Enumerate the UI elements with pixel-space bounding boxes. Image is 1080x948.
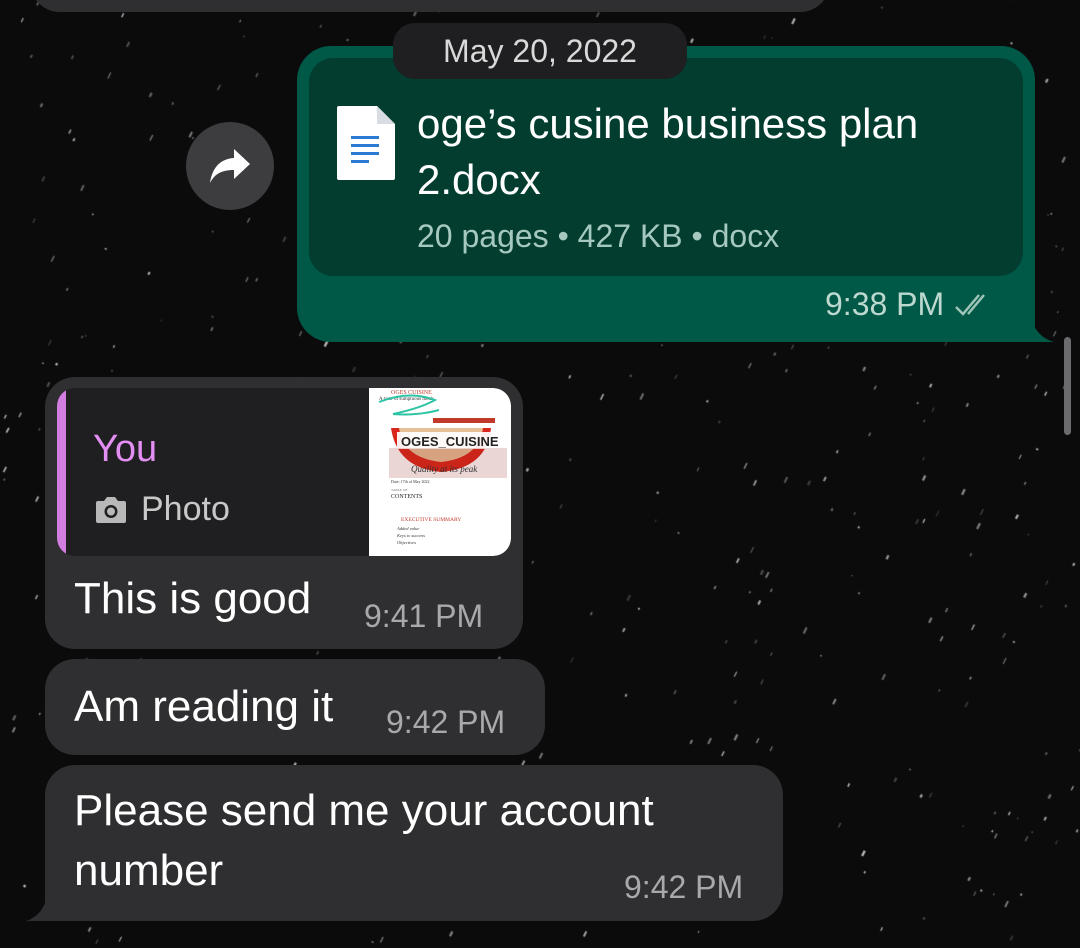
message-text-line-1: Please send me your account	[74, 786, 654, 835]
message-timestamp: 9:42 PM	[386, 704, 506, 740]
thumb-contents-heading: CONTENTS	[391, 494, 422, 500]
message-text: This is good	[74, 574, 312, 623]
document-file-icon	[337, 106, 395, 180]
incoming-message[interactable]: Am reading it 9:42 PM	[45, 659, 545, 755]
double-check-icon	[955, 293, 986, 316]
thumb-item: Keys to success	[396, 533, 425, 538]
thumb-table-heading: TABLE OF	[391, 488, 407, 492]
thumb-section-title: EXECUTIVE SUMMARY	[401, 517, 461, 523]
message-timestamp: 9:38 PM	[825, 286, 998, 323]
thumb-logo-text: OGES_CUISINE	[401, 434, 499, 449]
quoted-author: You	[93, 428, 158, 470]
message-text-line-2: number	[74, 846, 224, 895]
thumb-item: Objectives	[397, 540, 416, 545]
document-card[interactable]: oge’s cusine business plan 2.docx 20 pag…	[309, 58, 1023, 276]
forward-arrow-icon	[210, 149, 250, 183]
photo-thumbnail[interactable]: OGES CUISINE A taste of sumptuous meals …	[369, 388, 511, 556]
incoming-message[interactable]: Please send me your account number 9:42 …	[45, 765, 783, 921]
camera-icon	[96, 496, 126, 523]
forward-button[interactable]	[186, 122, 274, 210]
quoted-message[interactable]: You Photo OGES CUISINE A taste of sumptu…	[57, 388, 511, 556]
quoted-type-label: Photo	[141, 490, 230, 528]
message-timestamp: 9:42 PM	[624, 869, 744, 905]
previous-message-bubble[interactable]	[30, 0, 830, 12]
outgoing-document-message[interactable]: oge’s cusine business plan 2.docx 20 pag…	[297, 46, 1035, 342]
thumb-slogan: Quality at its peak	[411, 464, 478, 474]
business-plan-thumbnail-image: OGES CUISINE A taste of sumptuous meals …	[369, 388, 511, 556]
outgoing-bubble-tail	[1028, 306, 1054, 342]
date-separator: May 20, 2022	[393, 23, 687, 79]
quote-accent-bar	[57, 388, 66, 556]
document-meta: 20 pages • 427 KB • docx	[417, 218, 780, 254]
timestamp-text: 9:38 PM	[825, 286, 945, 322]
quoted-type: Photo	[93, 490, 230, 529]
incoming-reply-message[interactable]: You Photo OGES CUISINE A taste of sumptu…	[45, 377, 523, 649]
message-timestamp: 9:41 PM	[364, 598, 484, 634]
thumb-item: Added value	[396, 526, 419, 531]
scrollbar-thumb[interactable]	[1064, 337, 1071, 435]
thumb-date-line: Date: 17th of May 2022	[391, 479, 429, 484]
message-text: Am reading it	[74, 682, 334, 731]
document-file-name: oge’s cusine business plan 2.docx	[417, 100, 919, 203]
incoming-bubble-tail	[26, 885, 50, 921]
